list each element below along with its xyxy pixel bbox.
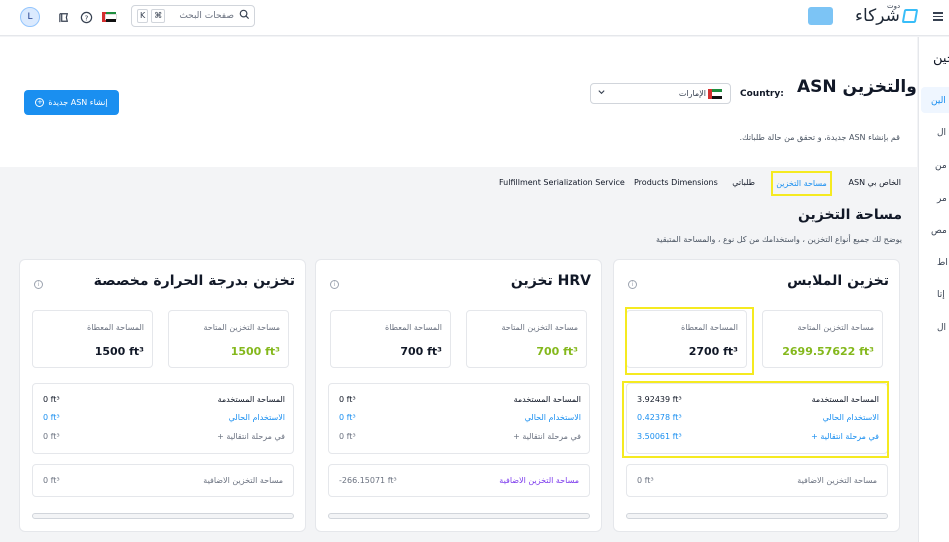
reserved-space-box: المساحة المعطاة 1500 ft³ xyxy=(32,310,153,368)
reserved-value: 700 ft³ xyxy=(400,345,442,358)
current-usage-value: 0 ft³ xyxy=(339,413,356,422)
extra-value: -266.15071 ft³ xyxy=(339,476,397,485)
sidebar-item[interactable]: مر xyxy=(937,194,947,204)
page-title: ASN والتخزين xyxy=(797,77,917,97)
usage-progress-bar xyxy=(32,513,294,519)
usage-box: المساحة المستخدمة 0 ft³ الاستخدام الحالي… xyxy=(32,383,294,454)
current-usage-label[interactable]: الاستخدام الحالي xyxy=(229,413,285,422)
usage-progress-bar xyxy=(328,513,590,519)
section-title: مساحة التخزين xyxy=(797,207,902,223)
sidebar-item[interactable]: مص xyxy=(931,226,947,236)
tab-products-dimensions[interactable]: Products Dimensions xyxy=(634,178,718,187)
avatar[interactable]: L xyxy=(20,7,40,27)
reserved-value: 1500 ft³ xyxy=(94,345,144,358)
reserved-space-box: المساحة المعطاة 700 ft³ xyxy=(330,310,451,368)
extra-value: 0 ft³ xyxy=(43,476,60,485)
usage-box: المساحة المستخدمة 0 ft³ الاستخدام الحالي… xyxy=(328,383,590,454)
current-usage-value: 0 ft³ xyxy=(43,413,60,422)
menu-icon[interactable] xyxy=(933,12,943,23)
available-value: 700 ft³ xyxy=(536,345,578,358)
extra-space-box: مساحة التخزين الاضافية -266.15071 ft³ xyxy=(328,464,590,497)
highlight-usage-box xyxy=(622,381,889,458)
country-label: Country: xyxy=(740,89,784,99)
extra-label: مساحة التخزين الاضافية xyxy=(797,476,877,485)
uae-flag-icon[interactable] xyxy=(101,9,117,25)
top-bar: L ? K ⌘ صفحات البحث دوت شركاء xyxy=(0,0,949,36)
available-label: مساحة التخزين المتاحة xyxy=(797,323,874,332)
current-usage-label[interactable]: الاستخدام الحالي xyxy=(525,413,581,422)
available-label: مساحة التخزين المتاحة xyxy=(501,323,578,332)
extra-space-box: مساحة التخزين الاضافية 0 ft³ xyxy=(32,464,294,497)
search-placeholder: صفحات البحث xyxy=(179,11,234,21)
tab-fulfillment-serialization[interactable]: Fulfillment Serialization Service xyxy=(499,178,625,187)
announcement-icon[interactable] xyxy=(56,9,72,25)
sidebar-heading: جين xyxy=(933,51,949,66)
card-title: تخزين بدرجة الحرارة مخصصة xyxy=(93,273,295,289)
used-label: المساحة المستخدمة xyxy=(217,395,285,404)
card-title: تخزين الملابس xyxy=(787,273,889,289)
uae-flag-icon xyxy=(708,89,722,99)
usage-progress-bar xyxy=(626,513,888,519)
available-value: 1500 ft³ xyxy=(230,345,280,358)
card-title: تخزين HRV xyxy=(510,273,591,289)
sidebar-item[interactable]: من xyxy=(935,161,947,171)
info-icon[interactable]: i xyxy=(628,280,637,289)
info-icon[interactable]: i xyxy=(34,280,43,289)
sidebar: جين الين ال من مر مص اط إتا ال xyxy=(918,37,949,542)
page-header: ASN والتخزين Country: الإمارات قم بإنشاء… xyxy=(0,37,917,167)
section-subtitle: يوضح لك جميع أنواع التخزين ، واستخدامك م… xyxy=(656,235,902,244)
transit-label[interactable]: + في مرحلة انتقالية xyxy=(513,432,581,441)
search-shortcut: K ⌘ xyxy=(137,9,166,23)
search-input[interactable]: K ⌘ صفحات البحث xyxy=(131,5,255,27)
storage-card-custom-temperature: تخزين بدرجة الحرارة مخصصة i مساحة التخزي… xyxy=(19,259,306,532)
country-value: الإمارات xyxy=(678,89,706,98)
available-value: 2699.57622 ft³ xyxy=(782,345,874,358)
extra-label: مساحة التخزين الاضافية xyxy=(203,476,283,485)
reserved-label: المساحة المعطاة xyxy=(87,323,144,332)
chevron-down-icon xyxy=(597,87,606,99)
transit-label[interactable]: + في مرحلة انتقالية xyxy=(217,432,285,441)
sidebar-item[interactable]: ال xyxy=(937,128,946,138)
transit-value: 0 ft³ xyxy=(43,432,60,441)
highlight-reserved-space xyxy=(625,307,754,375)
available-label: مساحة التخزين المتاحة xyxy=(203,323,280,332)
extra-label[interactable]: مساحة التخزين الاضافية xyxy=(499,476,579,485)
create-asn-button[interactable]: إنشاء ASN جديدة + xyxy=(24,90,119,115)
sidebar-item[interactable]: الين xyxy=(931,96,946,106)
used-label: المساحة المستخدمة xyxy=(513,395,581,404)
plus-circle-icon: + xyxy=(35,98,45,107)
tab-my-orders[interactable]: طلباتي xyxy=(732,178,755,187)
extra-value: 0 ft³ xyxy=(637,476,654,485)
info-icon[interactable]: i xyxy=(330,280,339,289)
available-space-box: مساحة التخزين المتاحة 700 ft³ xyxy=(466,310,587,368)
tab-storage[interactable]: مساحة التخزين xyxy=(771,171,832,196)
logo-text: شركاء xyxy=(855,6,900,26)
sidebar-item[interactable]: إتا xyxy=(937,290,945,300)
svg-text:?: ? xyxy=(84,13,88,22)
sidebar-item[interactable]: اط xyxy=(937,258,948,268)
page-subtitle: قم بإنشاء ASN جديدة، و تحقق من حالة طلبا… xyxy=(739,133,900,142)
available-space-box: مساحة التخزين المتاحة 1500 ft³ xyxy=(168,310,289,368)
reserved-label: المساحة المعطاة xyxy=(385,323,442,332)
storage-card-hrv: تخزين HRV i مساحة التخزين المتاحة 700 ft… xyxy=(315,259,602,532)
country-select[interactable]: الإمارات xyxy=(590,83,731,104)
sidebar-item[interactable]: ال xyxy=(937,323,946,333)
available-space-box: مساحة التخزين المتاحة 2699.57622 ft³ xyxy=(762,310,883,368)
used-value: 0 ft³ xyxy=(43,395,60,404)
logo-icon xyxy=(901,9,919,23)
brand-badge[interactable] xyxy=(808,7,833,25)
extra-space-box: مساحة التخزين الاضافية 0 ft³ xyxy=(626,464,888,497)
help-icon[interactable]: ? xyxy=(78,9,94,25)
search-icon xyxy=(239,9,250,23)
transit-value: 0 ft³ xyxy=(339,432,356,441)
used-value: 0 ft³ xyxy=(339,395,356,404)
tab-my-asn[interactable]: ASN الخاص بي xyxy=(849,178,901,187)
